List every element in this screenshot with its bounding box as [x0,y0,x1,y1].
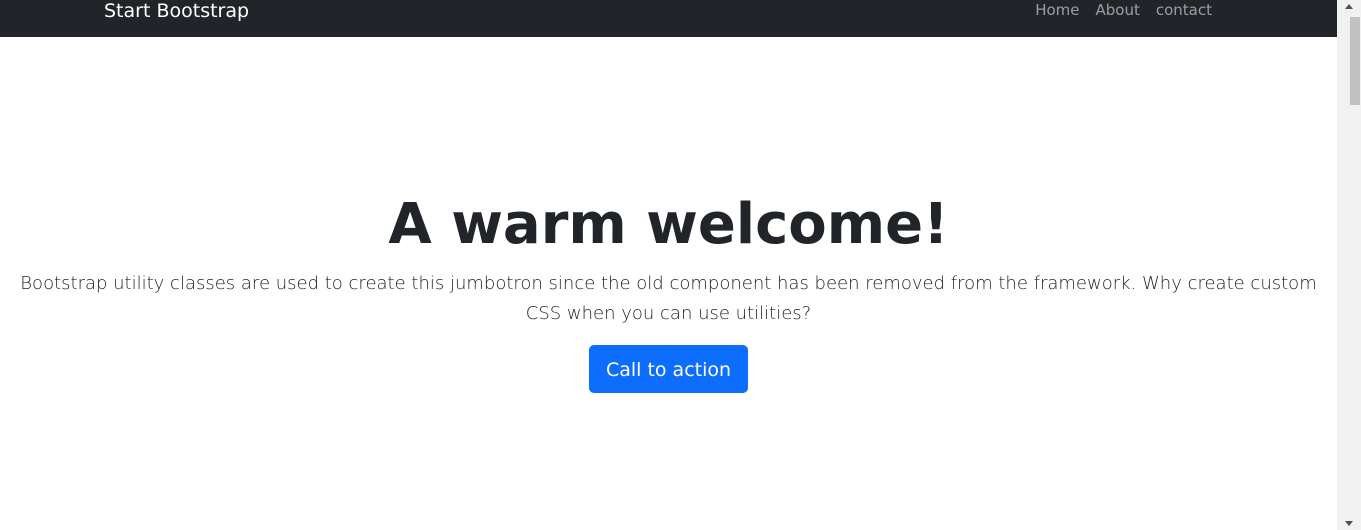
nav-link-about[interactable]: About [1096,0,1140,20]
nav-link-contact[interactable]: contact [1156,0,1212,20]
scroll-up-arrow-icon[interactable] [1345,4,1353,9]
nav-link-home[interactable]: Home [1035,0,1079,20]
jumbotron-hero: A warm welcome! Bootstrap utility classe… [0,187,1337,393]
navbar-brand[interactable]: Start Bootstrap [104,0,249,22]
call-to-action-button[interactable]: Call to action [588,345,749,393]
scroll-down-arrow-icon[interactable] [1345,521,1353,526]
hero-lead-text: Bootstrap utility classes are used to cr… [20,273,1317,324]
scrollbar-thumb[interactable] [1350,17,1360,105]
top-navbar: Start Bootstrap Home About contact [0,0,1337,37]
page-viewport: Start Bootstrap Home About contact A war… [0,0,1337,530]
navbar-links: Home About contact [1035,0,1212,20]
vertical-scrollbar[interactable] [1337,0,1361,530]
hero-title: A warm welcome! [388,192,949,257]
